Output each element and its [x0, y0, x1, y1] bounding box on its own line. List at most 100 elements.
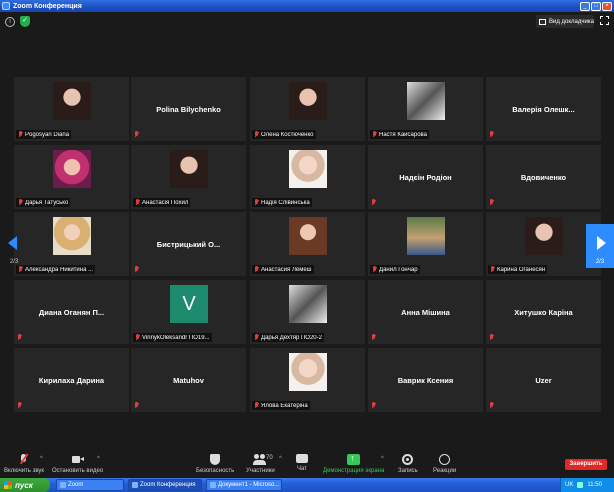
mic-muted-icon	[18, 131, 23, 138]
participants-options-caret-icon[interactable]: ^	[279, 456, 282, 462]
maximize-button[interactable]: □	[591, 1, 601, 11]
participant-name: Дарья Татусько	[25, 199, 69, 206]
participant-video	[53, 150, 91, 188]
mic-muted-icon	[17, 454, 31, 465]
participant-tile[interactable]: Вдовиченко	[486, 145, 601, 209]
participant-tile[interactable]: Uzer	[486, 348, 601, 412]
participant-tile[interactable]: Валерія Олешк...	[486, 77, 601, 141]
participant-name: Pogosyan Diana	[25, 131, 70, 138]
participant-tile[interactable]: Дарья Дехтяр ПО20-2	[250, 280, 365, 344]
taskbar-item-label: Zoom	[68, 482, 84, 488]
participant-video	[170, 150, 208, 188]
mic-muted-icon	[254, 266, 259, 273]
participant-tile[interactable]: Надія Слівинська	[250, 145, 365, 209]
chat-label: Чат	[297, 466, 307, 472]
unmute-label: Включить звук	[4, 468, 45, 474]
participant-name-tag: Карина Оганесян	[488, 265, 548, 274]
end-meeting-button[interactable]: Завершить	[565, 459, 607, 470]
participant-name-tag: Дарья Татусько	[16, 198, 71, 207]
mic-muted-icon	[254, 199, 259, 206]
mic-muted-icon	[371, 402, 376, 409]
participant-name-tag: Анастасия Лемеш	[252, 265, 314, 274]
record-button[interactable]: Запись	[398, 454, 418, 474]
participant-tile[interactable]: Анастасія Похил	[131, 145, 246, 209]
share-screen-button[interactable]: Демонстрация экрана	[323, 453, 385, 474]
participant-tile[interactable]: Кирилаха Дарина	[14, 348, 129, 412]
participant-tile[interactable]: Настя Кайсарова	[368, 77, 483, 141]
page-indicator-left: 2/3	[9, 259, 19, 265]
zoom-app-icon	[2, 2, 10, 10]
taskbar-item-zoom-conference[interactable]: Zoom Конференция	[128, 479, 202, 491]
participant-tile[interactable]: Анна Мішина	[368, 280, 483, 344]
chat-button[interactable]: Чат	[296, 454, 308, 472]
participant-name: Matuhov	[173, 375, 204, 385]
chat-icon	[296, 454, 308, 463]
unmute-button[interactable]: Включить звук	[4, 454, 44, 474]
share-screen-label: Демонстрация экрана	[323, 468, 385, 474]
participant-tile[interactable]: Данил Гончар	[368, 212, 483, 276]
shield-icon	[210, 454, 221, 465]
mic-muted-icon	[489, 131, 494, 138]
participant-tile[interactable]: Дарья Татусько	[14, 145, 129, 209]
participant-tile[interactable]: Pogosyan Diana	[14, 77, 129, 141]
participant-name: Надія Слівинська	[261, 199, 310, 206]
participant-tile[interactable]: Polina Bilychenko	[131, 77, 246, 141]
info-icon[interactable]: i	[5, 17, 15, 27]
mic-muted-icon	[18, 199, 23, 206]
mic-muted-icon	[372, 131, 377, 138]
mic-muted-icon	[254, 131, 259, 138]
view-toggle-button[interactable]: Вид докладчика	[536, 15, 594, 28]
participant-tile[interactable]: Ялова Екатеріна	[250, 348, 365, 412]
participant-name: Анастасия Лемеш	[261, 266, 312, 273]
mic-muted-icon	[489, 334, 494, 341]
taskbar-item-zoom[interactable]: Zoom	[56, 479, 124, 491]
participant-tile[interactable]: Бистрицький О...	[131, 212, 246, 276]
minimize-button[interactable]: _	[580, 1, 590, 11]
next-page-button[interactable]: 2/3	[586, 224, 614, 268]
zoom-icon	[132, 482, 138, 488]
participant-name-tag: Надія Слівинська	[252, 198, 312, 207]
start-button[interactable]: пуск	[0, 478, 50, 492]
language-indicator[interactable]: UK	[565, 482, 573, 488]
participant-name: Карина Оганесян	[497, 266, 546, 273]
mic-muted-icon	[17, 334, 22, 341]
windows-taskbar: пуск Zoom Zoom Конференция Документ1 - M…	[0, 478, 614, 492]
taskbar-item-label: Документ1 - Microso...	[218, 482, 280, 488]
previous-page-button[interactable]: 2/3	[0, 224, 28, 268]
participant-tile[interactable]: Олена Костюченко	[250, 77, 365, 141]
participant-tile[interactable]: Хитушко Каріна	[486, 280, 601, 344]
video-options-caret-icon[interactable]: ^	[97, 456, 100, 462]
share-options-caret-icon[interactable]: ^	[381, 456, 384, 462]
record-icon	[402, 454, 414, 465]
mic-muted-icon	[254, 334, 259, 341]
windows-logo-icon	[4, 481, 12, 489]
mic-muted-icon	[489, 402, 494, 409]
participant-video: V	[170, 285, 208, 323]
participant-tile[interactable]: Ваврик Ксения	[368, 348, 483, 412]
participant-name: VinnykOleksandr ПО19...	[142, 334, 210, 341]
participant-tile[interactable]: Анастасия Лемеш	[250, 212, 365, 276]
stop-video-button[interactable]: Остановить видео	[52, 454, 103, 474]
participant-tile[interactable]: Карина Оганесян	[486, 212, 601, 276]
tray-icon[interactable]	[577, 482, 584, 488]
security-button[interactable]: Безопасность	[196, 454, 234, 474]
participant-tile[interactable]: V VinnykOleksandr ПО19...	[131, 280, 246, 344]
participant-name: Данил Гончар	[379, 266, 418, 273]
participant-tile[interactable]: Диана Оганян П...	[14, 280, 129, 344]
reactions-button[interactable]: Реакции	[433, 454, 456, 474]
close-button[interactable]: ×	[602, 1, 612, 11]
participant-name: Бистрицький О...	[156, 239, 221, 249]
participant-name: Настя Кайсарова	[379, 131, 427, 138]
participant-name: Ялова Екатеріна	[261, 402, 308, 409]
clock: 11:50	[587, 482, 602, 488]
fullscreen-icon[interactable]	[600, 16, 609, 25]
participant-video	[289, 217, 327, 255]
participant-name: Олена Костюченко	[261, 131, 314, 138]
participants-count: 70	[266, 455, 273, 461]
encryption-shield-icon[interactable]: ✓	[20, 16, 30, 27]
audio-options-caret-icon[interactable]: ^	[40, 456, 43, 462]
participant-tile[interactable]: Matuhov	[131, 348, 246, 412]
participant-tile[interactable]: Надєін Родіон	[368, 145, 483, 209]
participant-tile[interactable]: Александра Никитина ...	[14, 212, 129, 276]
taskbar-item-word-document[interactable]: Документ1 - Microso...	[206, 479, 282, 491]
